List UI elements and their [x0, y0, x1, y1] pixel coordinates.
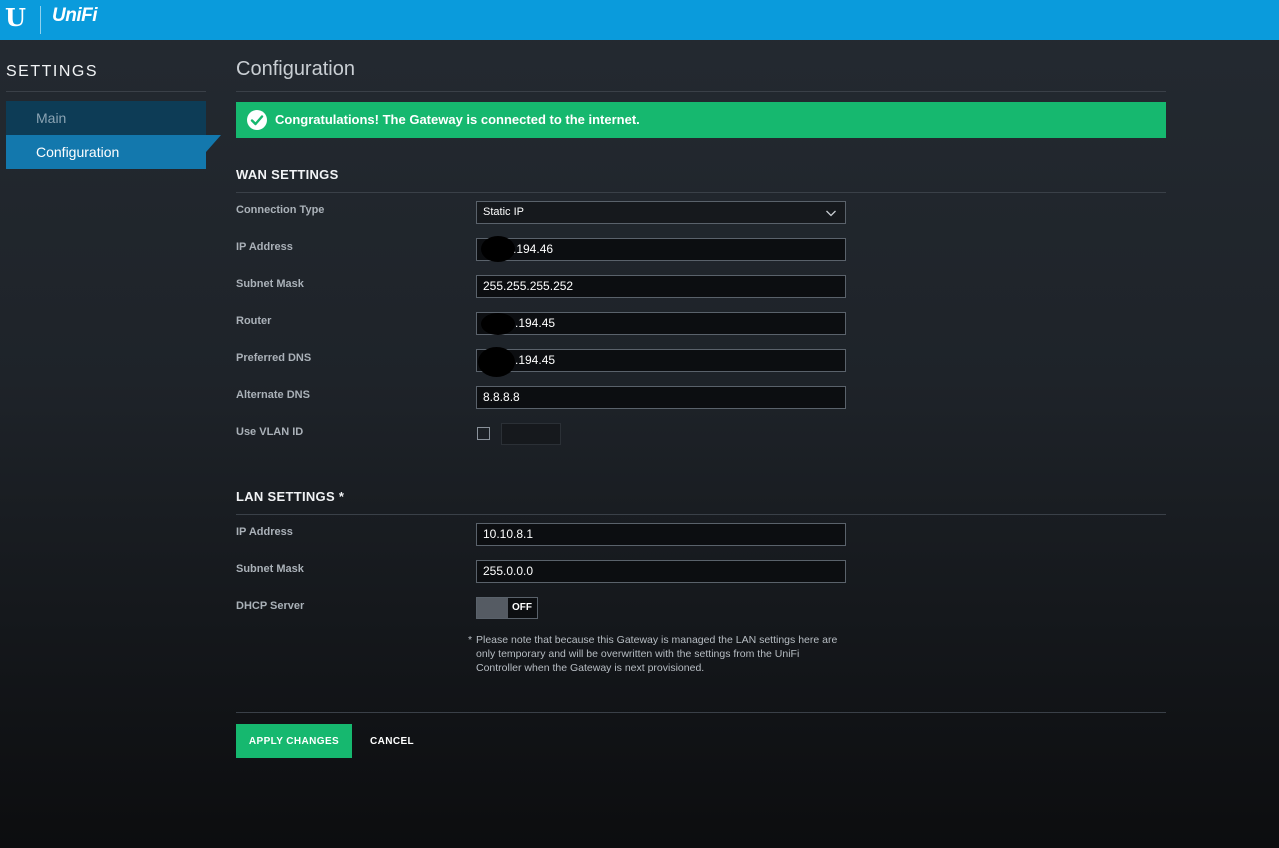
sidebar-item-configuration[interactable]: Configuration [6, 135, 221, 169]
wan-section-title: WAN SETTINGS [236, 167, 339, 182]
sidebar-item-main[interactable]: Main [6, 101, 206, 135]
logo-divider [40, 6, 41, 34]
toggle-knob [477, 598, 508, 618]
alternate-dns-input[interactable]: 8.8.8.8 [476, 386, 846, 409]
lan-divider [236, 514, 1166, 515]
vlan-id-input[interactable] [501, 423, 561, 445]
note-line: Please note that because this Gateway is… [476, 634, 838, 646]
dhcp-label: DHCP Server [236, 600, 305, 612]
toggle-state: OFF [512, 602, 532, 613]
connection-type-select[interactable]: Static IP [476, 201, 846, 224]
unifi-logo[interactable]: UniFi [52, 6, 98, 26]
note-line: Controller when the Gateway is next prov… [476, 662, 705, 674]
lan-note: * Please note that because this Gateway … [468, 633, 868, 675]
connection-type-value: Static IP [483, 206, 524, 218]
title-divider [236, 91, 1166, 92]
redaction-mark [481, 313, 515, 335]
page-title: Configuration [236, 58, 355, 80]
note-line: only temporary and will be overwritten w… [476, 648, 800, 660]
sidebar-title: SETTINGS [6, 63, 99, 80]
wan-ip-input[interactable]: .194.46 [476, 238, 846, 261]
vlan-label: Use VLAN ID [236, 426, 304, 438]
lan-ip-label: IP Address [236, 526, 293, 538]
lan-subnet-input[interactable]: 255.0.0.0 [476, 560, 846, 583]
dhcp-toggle[interactable]: OFF [476, 597, 538, 619]
router-input[interactable]: .194.45 [476, 312, 846, 335]
apply-changes-button[interactable]: APPLY CHANGES [236, 724, 352, 758]
preferred-dns-label: Preferred DNS [236, 352, 312, 364]
wan-subnet-input[interactable]: 255.255.255.252 [476, 275, 846, 298]
sidebar-divider [6, 91, 206, 92]
note-asterisk: * [468, 634, 473, 646]
ubiquiti-logo-icon[interactable]: U [5, 5, 27, 31]
lan-subnet-label: Subnet Mask [236, 563, 304, 575]
footer-divider [236, 712, 1166, 713]
vlan-checkbox[interactable] [477, 427, 490, 440]
top-bar: U UniFi [0, 0, 1279, 40]
banner-message: Congratulations! The Gateway is connecte… [275, 112, 640, 127]
alternate-dns-label: Alternate DNS [236, 389, 310, 401]
lan-section-title: LAN SETTINGS * [236, 489, 345, 504]
preferred-dns-input[interactable]: .194.45 [476, 349, 846, 372]
check-circle-icon [247, 110, 267, 130]
success-banner: Congratulations! The Gateway is connecte… [236, 102, 1166, 138]
wan-divider [236, 192, 1166, 193]
wan-subnet-label: Subnet Mask [236, 278, 304, 290]
wan-ip-label: IP Address [236, 241, 293, 253]
connection-type-label: Connection Type [236, 204, 325, 216]
router-label: Router [236, 315, 272, 327]
redaction-mark [481, 236, 515, 262]
redaction-mark [478, 347, 515, 377]
cancel-button[interactable]: CANCEL [360, 724, 424, 758]
chevron-down-icon [825, 206, 837, 227]
lan-ip-input[interactable]: 10.10.8.1 [476, 523, 846, 546]
